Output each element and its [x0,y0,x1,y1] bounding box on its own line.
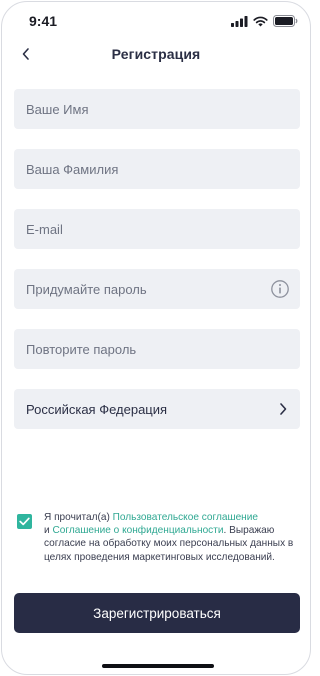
cellular-signal-icon [231,15,248,27]
consent-prefix: Я прочитал(а) [44,512,113,523]
country-label: Российская Федерация [26,401,168,417]
phone-frame: 9:41 Регистрация Ваше Имя Ваша Фамилия E… [1,1,311,675]
consent-checkbox[interactable] [17,514,32,529]
consent-text: Я прочитал(а) Пользовательское соглашени… [44,511,301,564]
status-time: 9:41 [29,13,58,29]
consent-block: Я прочитал(а) Пользовательское соглашени… [17,511,301,564]
chevron-right-icon [280,403,287,415]
last-name-field[interactable] [14,149,300,189]
info-icon[interactable] [270,279,290,299]
register-button[interactable]: Зарегистрироваться [14,593,300,633]
status-icons [231,14,298,28]
page-title: Регистрация [111,46,201,62]
password-field[interactable] [14,269,300,309]
first-name-input[interactable] [26,101,288,117]
email-input[interactable] [26,221,288,237]
checkmark-icon [19,517,30,526]
first-name-field[interactable] [14,89,300,129]
user-agreement-link[interactable]: Пользовательское соглашение [113,512,258,523]
repeat-password-input[interactable] [26,341,288,357]
home-indicator [102,664,214,668]
country-select[interactable]: Российская Федерация [14,389,300,429]
email-field[interactable] [14,209,300,249]
privacy-policy-link[interactable]: Соглашение о конфиденциальности [52,525,223,536]
last-name-input[interactable] [26,161,288,177]
battery-icon [273,15,298,27]
password-input[interactable] [26,281,288,297]
repeat-password-field[interactable] [14,329,300,369]
header: Регистрация [2,38,310,70]
status-bar: 9:41 [2,2,310,38]
wifi-icon [253,16,268,26]
